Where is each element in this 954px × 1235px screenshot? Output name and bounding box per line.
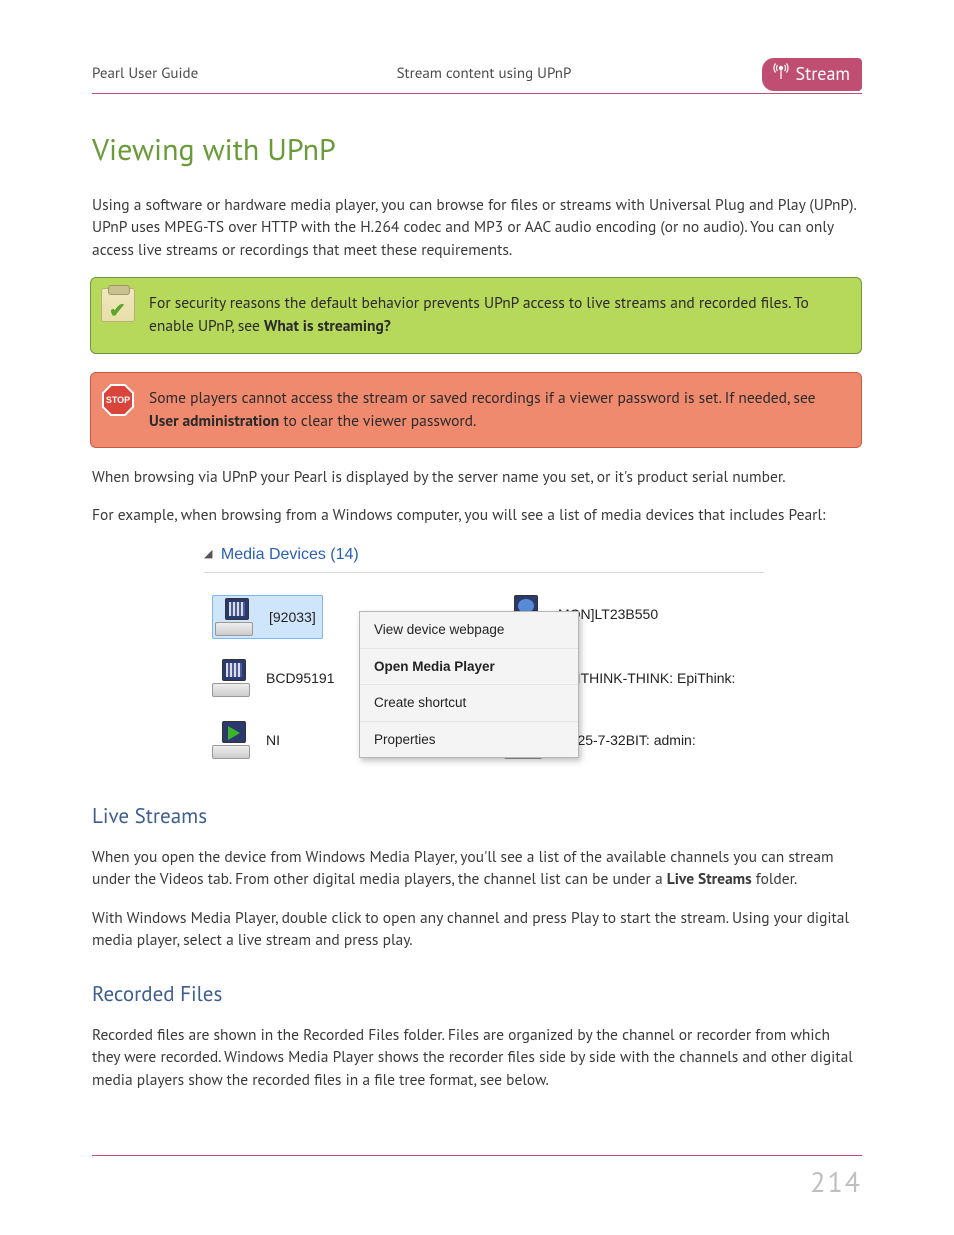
device-label: EPITHINK-THINK: EpiThink: (558, 668, 735, 688)
context-menu: View device webpage Open Media Player Cr… (359, 611, 579, 758)
device-92033[interactable]: [92033] (212, 595, 323, 639)
recorded-files-heading: Recorded Files (92, 979, 862, 1009)
device-icon (212, 721, 256, 759)
callout-stop-text-pre: Some players cannot access the stream or… (149, 388, 816, 408)
menu-item-properties[interactable]: Properties (360, 722, 578, 758)
page-footer: 214 (92, 1155, 862, 1203)
callout-tip-text: For security reasons the default behavio… (149, 293, 809, 336)
menu-item-view-webpage[interactable]: View device webpage (360, 612, 578, 649)
live-streams-p2: With Windows Media Player, double click … (92, 907, 862, 952)
media-devices-heading[interactable]: ◢ Media Devices (14) (204, 543, 764, 573)
page-title: Viewing with UPnP (92, 128, 862, 172)
media-devices-figure: ◢ Media Devices (14) [92033] BCD95191 NI… (204, 543, 764, 773)
callout-stop-text-post: to clear the viewer password. (279, 411, 476, 431)
device-label: [92033] (269, 607, 316, 627)
intro-paragraph: Using a software or hardware media playe… (92, 194, 862, 261)
stop-sign-icon: STOP (101, 383, 135, 417)
live-p1-post: folder. (752, 869, 798, 889)
device-icon (212, 659, 256, 697)
broadcast-icon (772, 62, 790, 80)
svg-text:STOP: STOP (106, 395, 130, 405)
stream-section-pill: Stream (762, 58, 862, 91)
page-header: Pearl User Guide Stream content using UP… (92, 58, 862, 94)
header-left: Pearl User Guide (92, 63, 198, 85)
media-devices-heading-label: Media Devices (14) (221, 546, 359, 563)
callout-tip: For security reasons the default behavio… (90, 277, 862, 354)
after-callouts-p2: For example, when browsing from a Window… (92, 504, 862, 526)
stream-pill-label: Stream (796, 62, 850, 85)
menu-item-open-media-player[interactable]: Open Media Player (360, 649, 578, 686)
clipboard-check-icon (101, 288, 135, 322)
page-number: 214 (810, 1163, 862, 1200)
menu-item-create-shortcut[interactable]: Create shortcut (360, 685, 578, 722)
recorded-files-p1: Recorded files are shown in the Recorded… (92, 1024, 862, 1091)
device-bcd95191[interactable]: BCD95191 (212, 659, 335, 697)
live-streams-p1: When you open the device from Windows Me… (92, 846, 862, 891)
callout-stop: STOP Some players cannot access the stre… (90, 372, 862, 449)
callout-tip-link[interactable]: What is streaming? (264, 316, 391, 336)
live-p1-bold: Live Streams (667, 869, 752, 889)
device-label: BCD95191 (266, 668, 335, 688)
device-label: NI (266, 730, 280, 750)
disclosure-triangle-icon[interactable]: ◢ (204, 547, 212, 563)
header-center: Stream content using UPnP (397, 63, 572, 85)
after-callouts-p1: When browsing via UPnP your Pearl is dis… (92, 466, 862, 488)
live-streams-heading: Live Streams (92, 801, 862, 831)
device-icon (215, 598, 259, 636)
device-ni[interactable]: NI (212, 721, 280, 759)
callout-stop-link[interactable]: User administration (149, 411, 279, 431)
